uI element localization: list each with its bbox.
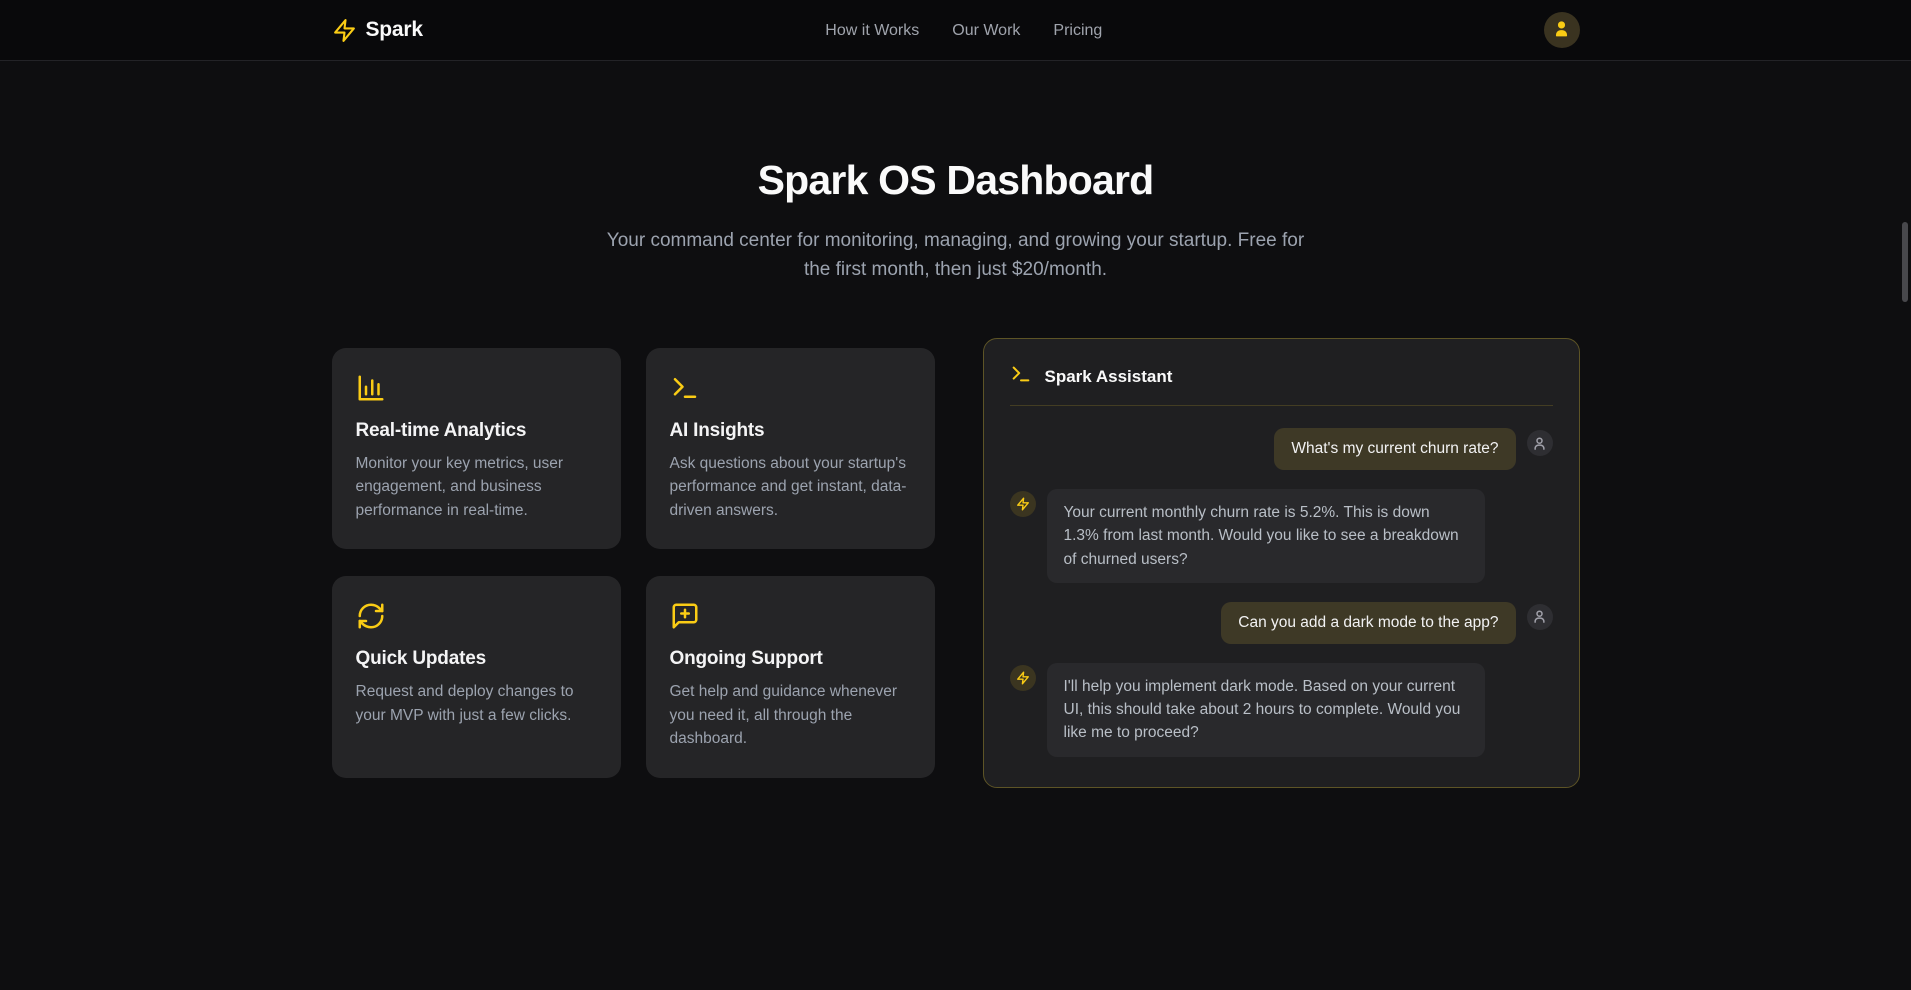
feature-title: Ongoing Support (670, 648, 911, 670)
zap-icon (332, 18, 357, 43)
navbar: Spark How it Works Our Work Pricing (0, 0, 1911, 61)
assistant-message-bubble: Your current monthly churn rate is 5.2%.… (1047, 489, 1485, 583)
feature-description: Ask questions about your startup's perfo… (670, 452, 911, 523)
feature-description: Request and deploy changes to your MVP w… (356, 680, 597, 727)
feature-card-realtime-analytics: Real-time Analytics Monitor your key met… (332, 348, 621, 550)
feature-card-ongoing-support: Ongoing Support Get help and guidance wh… (646, 576, 935, 778)
brand-logo[interactable]: Spark (332, 18, 423, 43)
nav-links: How it Works Our Work Pricing (825, 0, 1102, 61)
feature-card-quick-updates: Quick Updates Request and deploy changes… (332, 576, 621, 778)
nav-link-pricing[interactable]: Pricing (1053, 22, 1102, 40)
nav-link-our-work[interactable]: Our Work (952, 22, 1020, 40)
nav-link-how-it-works[interactable]: How it Works (825, 22, 919, 40)
feature-title: AI Insights (670, 420, 911, 442)
bar-chart-icon (356, 373, 597, 403)
chat-message-user: What's my current churn rate? (1010, 428, 1553, 470)
feature-card-ai-insights: AI Insights Ask questions about your sta… (646, 348, 935, 550)
chat-message-assistant: Your current monthly churn rate is 5.2%.… (1010, 489, 1553, 583)
chat-title: Spark Assistant (1045, 367, 1173, 387)
zap-icon (1010, 665, 1036, 691)
chat-message-assistant: I'll help you implement dark mode. Based… (1010, 663, 1553, 757)
page-title: Spark OS Dashboard (0, 157, 1911, 204)
assistant-message-bubble: I'll help you implement dark mode. Based… (1047, 663, 1485, 757)
message-square-plus-icon (670, 601, 911, 631)
divider (1010, 405, 1553, 406)
feature-grid: Real-time Analytics Monitor your key met… (332, 348, 935, 778)
user-message-bubble: What's my current churn rate? (1274, 428, 1515, 470)
hero: Spark OS Dashboard Your command center f… (0, 157, 1911, 284)
user-avatar-button[interactable] (1544, 12, 1580, 48)
chat-header: Spark Assistant (1010, 363, 1553, 390)
feature-description: Get help and guidance whenever you need … (670, 680, 911, 751)
user-message-bubble: Can you add a dark mode to the app? (1221, 602, 1515, 644)
main-content: Real-time Analytics Monitor your key met… (332, 338, 1580, 788)
feature-description: Monitor your key metrics, user engagemen… (356, 452, 597, 523)
user-icon (1552, 19, 1571, 41)
chat-messages: What's my current churn rate? Your curre… (1010, 428, 1553, 757)
user-icon (1527, 430, 1553, 456)
terminal-icon (670, 373, 911, 403)
hero-subtitle: Your command center for monitoring, mana… (606, 226, 1306, 284)
feature-title: Real-time Analytics (356, 420, 597, 442)
feature-title: Quick Updates (356, 648, 597, 670)
terminal-icon (1010, 363, 1032, 390)
refresh-icon (356, 601, 597, 631)
zap-icon (1010, 491, 1036, 517)
vertical-scrollbar-thumb[interactable] (1902, 222, 1908, 302)
brand-name: Spark (366, 18, 423, 42)
chat-message-user: Can you add a dark mode to the app? (1010, 602, 1553, 644)
user-icon (1527, 604, 1553, 630)
spark-assistant-panel: Spark Assistant What's my current churn … (983, 338, 1580, 788)
